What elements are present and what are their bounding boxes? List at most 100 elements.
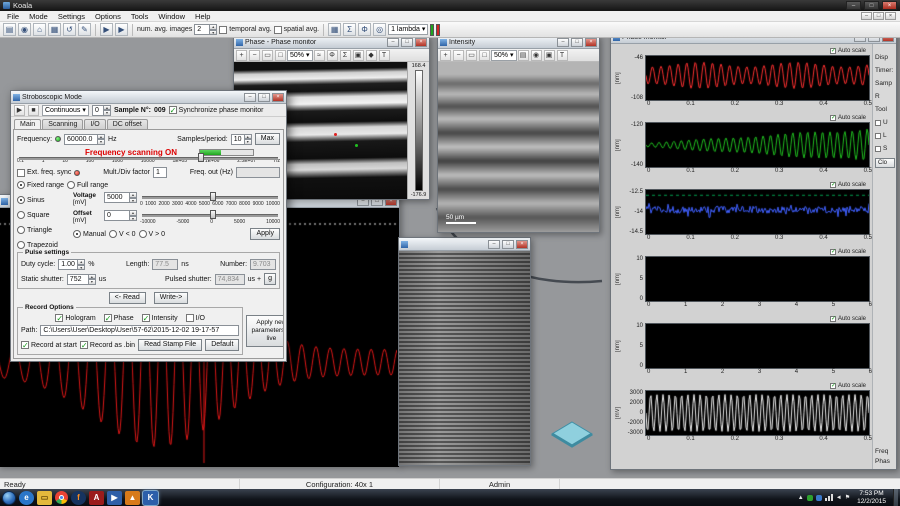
max-button[interactable]: Max	[255, 133, 280, 145]
lambda-select[interactable]: 1 lambda ▾	[388, 24, 428, 35]
num-avg-value[interactable]: 2	[194, 24, 210, 35]
taskbar-adobe-reader-icon[interactable]: A	[89, 491, 104, 505]
stop-button[interactable]: ■	[28, 105, 39, 116]
app-maximize-button[interactable]: □	[864, 1, 879, 10]
tilt-icon[interactable]: T	[557, 50, 568, 61]
menu-file[interactable]: File	[2, 12, 24, 21]
minimize-button[interactable]: –	[244, 93, 256, 102]
num-avg-spinner[interactable]: ▲▼	[210, 24, 217, 35]
refresh-icon[interactable]: ↺	[63, 23, 76, 36]
side-close-button[interactable]: Clo	[875, 158, 895, 168]
zoom-100-icon[interactable]: □	[479, 50, 490, 61]
minimize-button[interactable]: –	[854, 38, 866, 42]
show-desktop-button[interactable]	[893, 489, 898, 506]
run-button[interactable]: ▶	[14, 105, 25, 116]
auto-scale-checkbox[interactable]: ✓Auto scale	[830, 383, 866, 389]
duty-spinner[interactable]: ▲▼	[78, 259, 85, 270]
sum-icon[interactable]: Σ	[340, 50, 351, 61]
taskbar-media-player-icon[interactable]: ▶	[107, 491, 122, 505]
zoom-in-icon[interactable]: +	[440, 50, 451, 61]
v-pos-radio[interactable]: V > 0	[139, 230, 166, 238]
export-icon[interactable]: ▣	[544, 50, 555, 61]
camera-icon[interactable]: ◉	[531, 50, 542, 61]
zoom-100-icon[interactable]: □	[275, 50, 286, 61]
action-center-icon[interactable]: ⚑	[845, 494, 850, 501]
taskbar-explorer-icon[interactable]: ▭	[37, 491, 52, 505]
phase-window-titlebar[interactable]: Phase - Phase monitor – □ ×	[234, 38, 429, 49]
close-button[interactable]: ×	[415, 38, 427, 47]
record-at-start-checkbox[interactable]: ✓ Record at start	[21, 341, 77, 349]
tab-main[interactable]: Main	[14, 119, 41, 129]
voltage-slider[interactable]	[142, 192, 278, 201]
profile-icon[interactable]: ≈	[314, 50, 325, 61]
side-checkbox-l[interactable]: L	[875, 132, 895, 139]
new-hologram-icon[interactable]: ▤	[3, 23, 16, 36]
offset-value[interactable]: 0	[104, 210, 130, 221]
wave-shape-sinus-radio[interactable]: Sinus	[17, 196, 69, 204]
samples-value[interactable]: 10	[231, 134, 245, 145]
frequency-spinner[interactable]: ▲▼	[98, 134, 105, 145]
write-button[interactable]: Write->	[154, 292, 189, 304]
auto-scale-checkbox[interactable]: ✓Auto scale	[830, 249, 866, 255]
record-intensity-checkbox[interactable]: ✓Intensity	[142, 314, 178, 322]
wave-shape-square-radio[interactable]: Square	[17, 211, 69, 219]
record-phase-checkbox[interactable]: ✓Phase	[104, 314, 134, 322]
tilt-icon[interactable]: T	[379, 50, 390, 61]
intensity-zoom-select[interactable]: 50% ▾	[491, 50, 517, 61]
view-3d-icon[interactable]: ◆	[366, 50, 377, 61]
hologram-grid-icon[interactable]: ▦	[48, 23, 61, 36]
maximize-button[interactable]: □	[258, 93, 270, 102]
record-as-bin-checkbox[interactable]: ✓ Record as .bin	[80, 341, 135, 349]
samples-spinner[interactable]: ▲▼	[245, 134, 252, 145]
taskbar-ie-icon[interactable]: e	[19, 491, 34, 505]
export-icon[interactable]: ▣	[353, 50, 364, 61]
read-button[interactable]: <- Read	[109, 292, 146, 304]
frequency-slider[interactable]	[19, 153, 278, 155]
ext-freq-sync-checkbox[interactable]: Ext. freq. sync	[17, 169, 71, 177]
static-shutter-value[interactable]: 752	[67, 274, 89, 285]
auto-scale-checkbox[interactable]: ✓Auto scale	[830, 182, 866, 188]
record-hologram-checkbox[interactable]: ✓Hologram	[55, 314, 95, 322]
taskbar-koala-icon[interactable]: K	[143, 491, 158, 505]
phase-icon[interactable]: Φ	[358, 23, 371, 36]
frequency-slider-thumb[interactable]	[198, 153, 204, 162]
voltage-input[interactable]: 5000 ▲▼	[104, 192, 137, 203]
taskbar-vlc-icon[interactable]: ▲	[125, 491, 140, 505]
mdi-minimize-button[interactable]: –	[861, 12, 872, 20]
frequency-input[interactable]: 60000.0 ▲▼	[64, 134, 105, 145]
close-button[interactable]: ×	[882, 38, 894, 42]
mdi-restore-button[interactable]: □	[873, 12, 884, 20]
temporal-avg-checkbox[interactable]: temporal avg.	[219, 26, 271, 34]
network-icon[interactable]	[825, 494, 833, 501]
v-neg-radio[interactable]: V < 0	[109, 230, 136, 238]
frequency-value[interactable]: 60000.0	[64, 134, 98, 145]
iteration-input[interactable]: 0 ▲▼	[92, 105, 111, 116]
clock[interactable]: 7:53 PM 12/2/2015	[853, 490, 890, 505]
tab-scanning[interactable]: Scanning	[42, 119, 83, 129]
voltage-slider-thumb[interactable]	[210, 192, 216, 201]
duty-cycle-value[interactable]: 1.00	[58, 259, 78, 270]
static-shutter-input[interactable]: 752 ▲▼	[67, 274, 96, 285]
apply-live-button[interactable]: Apply new parameters in live	[246, 315, 284, 347]
samples-input[interactable]: 10 ▲▼	[231, 134, 252, 145]
mode-select[interactable]: Continuous ▾	[42, 105, 89, 116]
maximize-button[interactable]: □	[502, 240, 514, 249]
spatial-avg-checkbox[interactable]: spatial avg.	[274, 26, 319, 34]
zoom-fit-icon[interactable]: ▭	[466, 50, 477, 61]
menu-window[interactable]: Window	[153, 12, 190, 21]
manual-radio[interactable]: Manual	[73, 230, 106, 238]
zoom-out-icon[interactable]: −	[453, 50, 464, 61]
side-checkbox-u[interactable]: U	[875, 119, 895, 126]
close-button[interactable]: ×	[585, 38, 597, 47]
shutter-small-button[interactable]: g	[264, 273, 276, 285]
tab-io[interactable]: I/O	[84, 119, 105, 129]
run-continuous-icon[interactable]: ▶	[115, 23, 128, 36]
grid-icon[interactable]: ▤	[518, 50, 529, 61]
maximize-button[interactable]: □	[401, 38, 413, 47]
app-close-button[interactable]: ×	[882, 1, 897, 10]
close-button[interactable]: ×	[272, 93, 284, 102]
app-titlebar[interactable]: Koala – □ ×	[0, 0, 900, 11]
sync-phase-monitor-checkbox[interactable]: ✓ Synchronize phase monitor	[169, 106, 264, 114]
edit-icon[interactable]: ✎	[78, 23, 91, 36]
menu-settings[interactable]: Settings	[53, 12, 90, 21]
